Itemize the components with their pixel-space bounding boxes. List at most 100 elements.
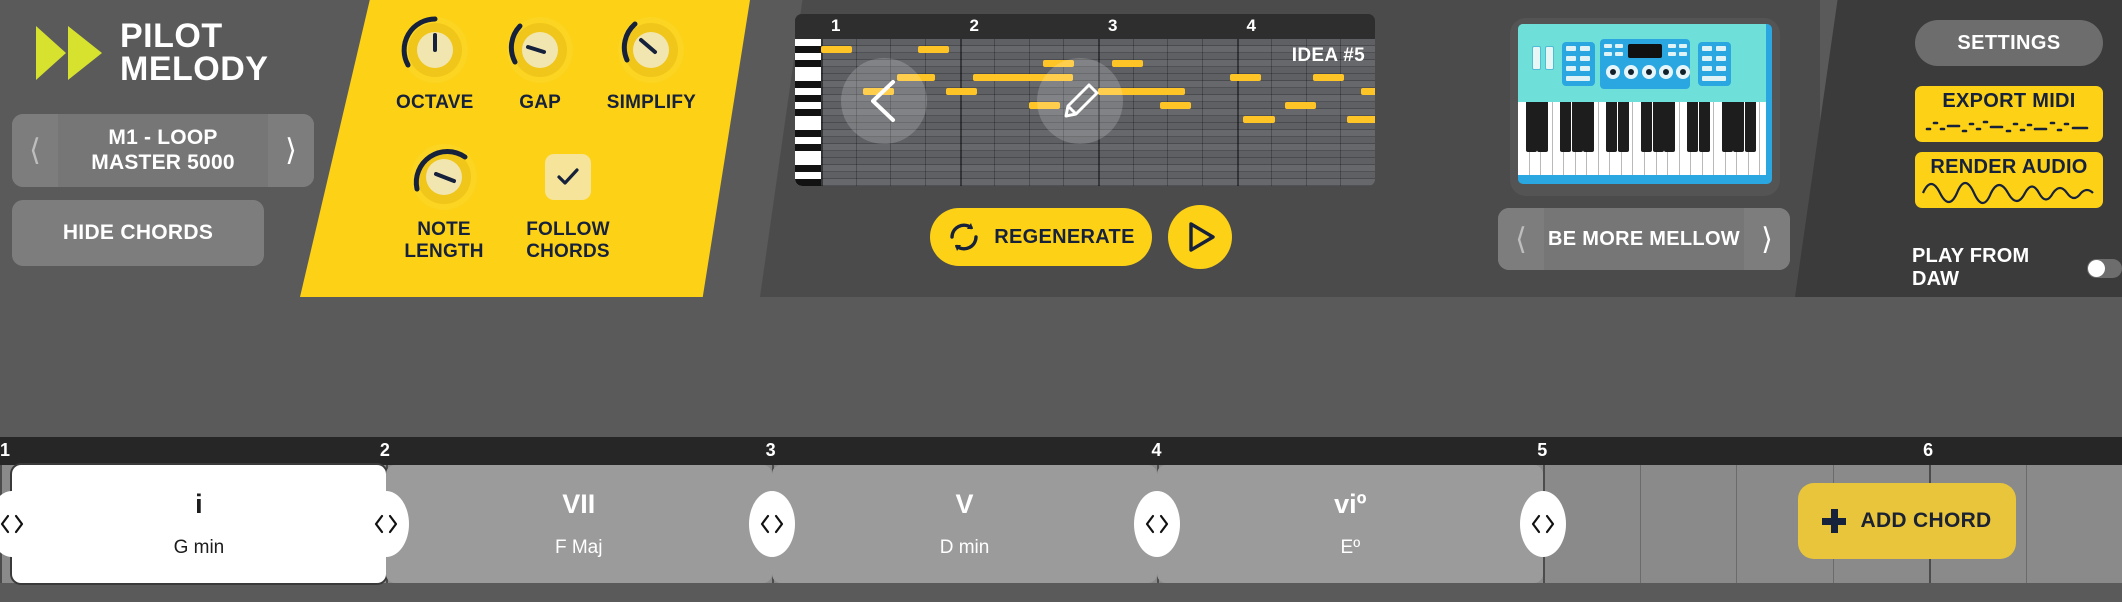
instrument-style-prev-button[interactable]: ⟨ <box>1498 208 1544 270</box>
hide-chords-button[interactable]: HIDE CHORDS <box>12 200 264 266</box>
piano-key-black <box>795 165 821 172</box>
chord-block[interactable]: i G min <box>12 465 386 583</box>
piano-roll-note[interactable] <box>1312 74 1344 81</box>
export-midi-button[interactable]: EXPORT MIDI <box>1915 86 2103 142</box>
rotary-knob-icon[interactable] <box>399 14 471 86</box>
chord-resize-handle[interactable] <box>1520 491 1567 557</box>
brand-line-1: PILOT <box>120 17 223 55</box>
resize-handle-left-right-icon <box>0 514 24 534</box>
settings-button[interactable]: SETTINGS <box>1915 20 2103 66</box>
synth-btn <box>1566 66 1576 71</box>
synth-btn <box>1679 44 1687 48</box>
timeline-track[interactable]: i G min VII F Maj V D min viº Eº ADD CHORD <box>0 465 2122 583</box>
piano-roll-note[interactable] <box>1347 116 1375 123</box>
piano-roll-note[interactable] <box>1361 88 1375 95</box>
instrument-style-next-button[interactable]: ⟩ <box>1744 208 1790 270</box>
melody-preset-selector[interactable]: ⟨ M1 - LOOP MASTER 5000 ⟩ <box>12 114 314 187</box>
chord-block[interactable]: viº Eº <box>1157 465 1544 583</box>
play-from-daw-control[interactable]: PLAY FROM DAW <box>1912 245 2122 291</box>
regenerate-label: REGENERATE <box>994 225 1135 248</box>
instrument-style-selector[interactable]: ⟨ BE MORE MELLOW ⟩ <box>1498 208 1790 270</box>
synth-btn <box>1604 44 1612 48</box>
chord-resize-handle[interactable] <box>362 491 409 557</box>
piano-key-black <box>795 81 821 88</box>
add-chord-button[interactable]: ADD CHORD <box>1798 483 2016 559</box>
synth-screen <box>1628 44 1662 58</box>
synth-keys <box>1518 102 1766 175</box>
note-length-label-line-1: NOTE <box>417 219 471 241</box>
synth-btn <box>1716 56 1726 61</box>
piano-roll-note[interactable] <box>1243 116 1275 123</box>
chord-block[interactable]: V D min <box>771 465 1158 583</box>
synth-top-panel <box>1518 24 1766 102</box>
fast-forward-logo-icon <box>36 25 102 80</box>
waveform-icon <box>1921 181 2094 205</box>
follow-chords-control[interactable]: FOLLOW CHORDS <box>520 141 616 262</box>
piano-roll-note[interactable] <box>1229 74 1261 81</box>
chord-roman-numeral: VII <box>562 489 596 519</box>
play-from-daw-toggle[interactable] <box>2086 258 2122 278</box>
piano-roll-prev-idea-button[interactable] <box>841 58 927 144</box>
chord-controls-bar: G DORIAN ⟨ BANK TOP CHORDS ⟩ ⟨ PRESET II… <box>0 297 2122 432</box>
preset-line-1: M1 - LOOP <box>108 126 218 150</box>
preset-next-button[interactable]: ⟩ <box>268 114 314 187</box>
synth-right-button-bank <box>1698 42 1731 86</box>
piano-roll-note[interactable] <box>917 46 950 53</box>
rotary-knob-icon[interactable] <box>408 141 480 213</box>
instrument-style-value: BE MORE MELLOW <box>1544 208 1744 270</box>
piano-roll[interactable]: 1 2 3 4 IDEA #5 <box>795 14 1375 186</box>
follow-chords-checkbox[interactable] <box>545 154 591 201</box>
piano-roll-edit-button[interactable] <box>1037 58 1123 144</box>
rotary-knob-icon[interactable] <box>504 14 576 86</box>
note-length-knob-control[interactable]: NOTE LENGTH <box>396 141 492 262</box>
timeline-bar-number: 2 <box>379 440 390 460</box>
synth-keyboard-image <box>1518 24 1772 184</box>
play-button[interactable] <box>1168 205 1232 269</box>
synth-black-key <box>1617 102 1629 152</box>
synth-mod-wheel-2 <box>1545 46 1554 70</box>
piano-key-black <box>795 144 821 151</box>
synth-black-key <box>1525 102 1537 152</box>
piano-roll-note[interactable] <box>1111 60 1143 67</box>
synth-btn <box>1615 52 1623 56</box>
synth-black-key <box>1664 102 1676 152</box>
chord-timeline: 1 2 3 4 5 6 i G min VII F Maj V D min viº Eº ADD CHOR… <box>0 432 2122 602</box>
follow-chords-label: FOLLOW CHORDS <box>526 219 610 262</box>
toggle-knob <box>2087 259 2105 277</box>
piano-roll-bar-number: 2 <box>969 16 979 35</box>
piano-roll-note[interactable] <box>945 88 977 95</box>
synth-black-key <box>1687 102 1699 152</box>
timeline-bar-number: 6 <box>1923 440 1934 460</box>
octave-knob-label: OCTAVE <box>396 92 474 113</box>
piano-roll-note[interactable] <box>1284 102 1317 109</box>
chord-roman-numeral: viº <box>1334 489 1367 519</box>
simplify-knob-control[interactable]: SIMPLIFY <box>607 14 696 113</box>
chord-roman-numeral: i <box>195 489 203 519</box>
preset-prev-button[interactable]: ⟨ <box>12 114 58 187</box>
piano-key-black <box>795 179 821 186</box>
synth-black-key <box>1733 102 1745 152</box>
gap-knob-control[interactable]: GAP <box>502 14 579 113</box>
chord-block[interactable]: VII F Maj <box>385 465 772 583</box>
chord-resize-handle[interactable] <box>748 491 795 557</box>
regenerate-button[interactable]: REGENERATE <box>930 208 1152 266</box>
rotary-knob-icon[interactable] <box>615 14 687 86</box>
piano-roll-note[interactable] <box>1160 102 1192 109</box>
synth-dial <box>1659 65 1673 79</box>
grid-bar-line <box>1236 39 1239 186</box>
pencil-icon <box>1064 83 1099 118</box>
idea-badge: IDEA #5 <box>1291 45 1365 66</box>
resize-handle-left-right-icon <box>1146 514 1169 534</box>
piano-roll-bar-number: 4 <box>1246 16 1256 35</box>
render-audio-button[interactable]: RENDER AUDIO <box>1915 152 2103 208</box>
grid-beat-line <box>994 39 996 186</box>
plus-icon <box>1822 509 1847 533</box>
knob-grid: OCTAVE GAP SIMPLIFY NOTE LENGTH FOLLOW C… <box>396 14 696 262</box>
synth-black-key <box>1641 102 1653 152</box>
synth-black-key <box>1698 102 1710 152</box>
piano-roll-note[interactable] <box>821 46 853 53</box>
piano-key-black <box>795 130 821 137</box>
chord-name: D min <box>939 537 990 558</box>
brand-text: PILOT MELODY <box>120 17 268 86</box>
octave-knob-control[interactable]: OCTAVE <box>396 14 474 113</box>
